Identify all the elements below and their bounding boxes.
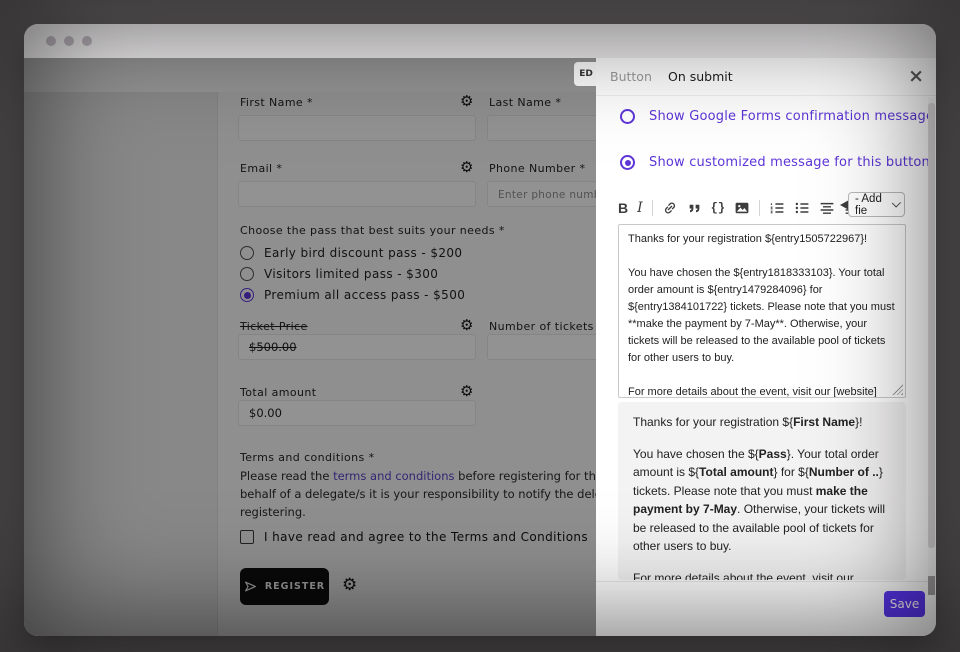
message-editor-textarea[interactable]: Thanks for your registration ${entry1505…	[618, 224, 906, 398]
window-titlebar	[24, 24, 936, 58]
option-google-forms-message[interactable]: Show Google Forms confirmation message	[620, 109, 934, 124]
preview-text: }!	[855, 415, 862, 429]
preview-text: Total amount	[699, 465, 773, 479]
traffic-light-dot	[46, 36, 56, 46]
panel-footer: Save	[596, 581, 936, 636]
editor-toolbar: B I {}	[618, 196, 860, 220]
radio-icon[interactable]	[620, 109, 635, 124]
app-window: Registration Form ED First Name * ⚙ Last…	[24, 24, 936, 636]
ordered-list-icon[interactable]	[769, 198, 785, 218]
traffic-lights	[46, 36, 92, 46]
add-field-label: - Add fie	[855, 193, 892, 217]
bold-icon[interactable]: B	[618, 198, 628, 218]
save-button[interactable]: Save	[884, 591, 925, 617]
preview-text: First Name	[793, 415, 855, 429]
image-icon[interactable]	[734, 198, 750, 218]
traffic-light-dot	[82, 36, 92, 46]
preview-text: You have chosen the ${	[633, 447, 759, 461]
message-preview: Thanks for your registration ${First Nam…	[618, 402, 906, 580]
on-submit-panel: Button On submit × Show Google Forms con…	[596, 58, 936, 636]
preview-text: Thanks for your registration ${	[633, 415, 793, 429]
close-icon[interactable]: ×	[908, 65, 924, 87]
add-field-select[interactable]: - Add fie	[848, 192, 905, 217]
toolbar-divider	[759, 200, 760, 216]
chevron-down-icon	[892, 198, 901, 207]
edit-button[interactable]: ED	[574, 62, 598, 86]
preview-text: } for ${	[773, 465, 808, 479]
traffic-light-dot	[64, 36, 74, 46]
panel-header: Button On submit ×	[596, 58, 936, 96]
tab-on-submit[interactable]: On submit	[668, 58, 733, 96]
option-label: Show Google Forms confirmation message	[649, 109, 934, 124]
panel-scrollbar-thumb[interactable]	[928, 103, 935, 548]
panel-scrollbar-thumb-lower[interactable]	[928, 576, 935, 595]
option-label: Show customized message for this button	[649, 155, 930, 170]
align-center-icon[interactable]	[819, 198, 835, 218]
preview-text: Number of ..	[809, 465, 879, 479]
blockquote-icon[interactable]	[687, 198, 702, 218]
radio-icon[interactable]	[620, 155, 635, 170]
option-customized-message[interactable]: Show customized message for this button	[620, 155, 930, 170]
italic-icon[interactable]: I	[637, 198, 643, 218]
page-content: Registration Form ED First Name * ⚙ Last…	[24, 58, 936, 636]
link-icon[interactable]	[662, 198, 678, 218]
code-icon[interactable]: {}	[711, 198, 725, 218]
preview-text: For more details about the event, visit …	[633, 571, 854, 581]
tab-button[interactable]: Button	[610, 58, 652, 96]
preview-text: Pass	[759, 447, 787, 461]
toolbar-divider	[652, 200, 653, 216]
bullet-list-icon[interactable]	[794, 198, 810, 218]
